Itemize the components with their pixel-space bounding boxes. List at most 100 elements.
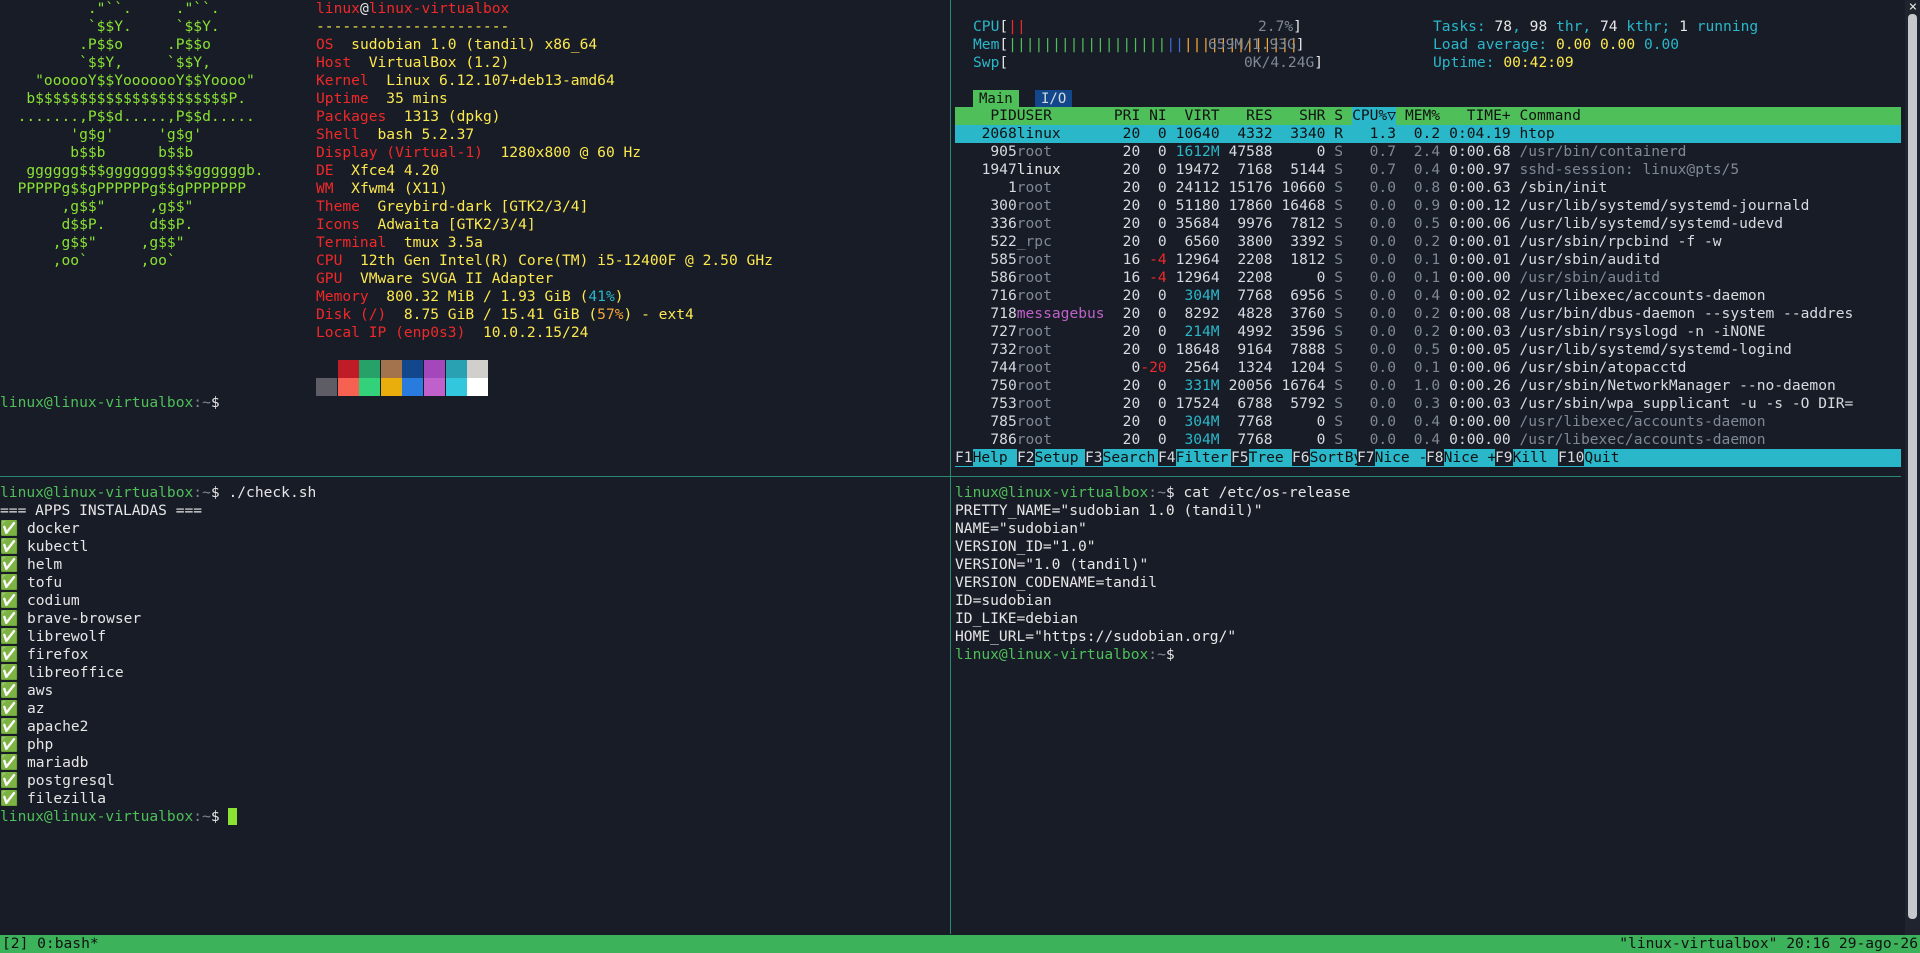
column-header[interactable]: TIME+ bbox=[1467, 107, 1511, 125]
process-virt: 24112 bbox=[1175, 179, 1220, 196]
process-row[interactable]: 744 root 0 -20 2564 1324 1204 S 0.0 0.1 0:00.06/us… bbox=[955, 359, 1901, 377]
process-time: 0:00.01 bbox=[1449, 233, 1511, 250]
process-row[interactable]: 786 root 20 0 304M 7768 0 S 0.0 0.4 0:00.00/usr/li… bbox=[955, 431, 1901, 449]
tab-main[interactable]: Main bbox=[973, 90, 1019, 107]
mem-value: 659M/1.93G] bbox=[1208, 36, 1305, 53]
process-row[interactable]: 300 root 20 0 51180 17860 16468 S 0.0 0.9 0:00.12 /… bbox=[955, 197, 1901, 215]
fkey-nice[interactable]: F7Nice - bbox=[1357, 449, 1427, 467]
process-cmd: /usr/libexec/accounts-daemon bbox=[1519, 431, 1766, 448]
process-shr: 3760 bbox=[1290, 305, 1326, 322]
column-header[interactable]: VIRT bbox=[1184, 107, 1219, 125]
check-prompt[interactable]: linux@linux-virtualbox:~$ bbox=[0, 808, 948, 826]
fkey-tree[interactable]: F5Tree bbox=[1231, 449, 1284, 467]
osrelease-line: NAME="sudobian" bbox=[955, 520, 1087, 537]
process-row[interactable]: 750 root 20 0 331M 20056 16764 S 0.0 1.0 0:00.26/u… bbox=[955, 377, 1901, 395]
process-ni: -4 bbox=[1149, 269, 1167, 286]
check-mark-icon: ✅ bbox=[0, 628, 19, 645]
app-name: php bbox=[26, 736, 54, 753]
fkey-setup[interactable]: F2Setup bbox=[1017, 449, 1079, 467]
fkey-help[interactable]: F1Help bbox=[955, 449, 1008, 467]
htop-pane[interactable]: CPU[|| 2.7%] Mem[|||||||||||||||||||||||… bbox=[955, 18, 1901, 474]
process-table-header[interactable]: PID USER PRI NI VIRT RES SHR S CPU%▽ MEM% TIME+ Com… bbox=[955, 107, 1901, 125]
column-header[interactable]: CPU%▽ bbox=[1352, 107, 1396, 125]
fkey-kill[interactable]: F9Kill bbox=[1495, 449, 1548, 467]
process-virt: 51180 bbox=[1175, 197, 1220, 214]
installed-app-item: ✅ docker bbox=[0, 520, 948, 538]
close-icon[interactable]: × bbox=[1906, 0, 1920, 14]
check-header: === APPS INSTALADAS === bbox=[0, 502, 203, 519]
column-header[interactable]: Command bbox=[1519, 107, 1581, 125]
process-res: 4992 bbox=[1237, 323, 1273, 340]
field-value: VMware SVGA II Adapter bbox=[359, 270, 554, 287]
process-mem: 1.0 bbox=[1413, 377, 1441, 394]
column-header[interactable]: S bbox=[1334, 107, 1343, 125]
osrelease-pane[interactable]: linux@linux-virtualbox:~$ cat /etc/os-re… bbox=[955, 484, 1901, 924]
uptime: Uptime: 00:42:09 bbox=[1433, 54, 1574, 71]
process-pid: 586 bbox=[990, 269, 1017, 286]
pane-divider-vertical[interactable] bbox=[950, 0, 951, 934]
process-virt: 17524 bbox=[1175, 395, 1220, 412]
process-row[interactable]: 753 root 20 0 17524 6788 5792 S 0.0 0.3 0:00.03/us… bbox=[955, 395, 1901, 413]
osrelease-line: VERSION="1.0 (tandil)" bbox=[955, 556, 1149, 573]
installed-app-item: ✅ apache2 bbox=[0, 718, 948, 736]
osrelease-output: PRETTY_NAME="sudobian 1.0 (tandil)" NAME=… bbox=[955, 502, 1901, 646]
installed-app-item: ✅ postgresql bbox=[0, 772, 948, 790]
column-header[interactable]: USER bbox=[1017, 107, 1052, 125]
column-header[interactable]: NI bbox=[1149, 107, 1167, 125]
process-cmd: /usr/libexec/accounts-daemon bbox=[1519, 413, 1766, 430]
app-name: brave-browser bbox=[26, 610, 142, 627]
process-row[interactable]: 732 root 20 0 18648 9164 7888 S 0.0 0.5 0:00.05/us… bbox=[955, 341, 1901, 359]
process-row[interactable]: 905 root 20 0 1612M 47588 0 S 0.7 2.4 0:00.68/usr/… bbox=[955, 143, 1901, 161]
process-s: S bbox=[1334, 359, 1344, 376]
process-res: 7768 bbox=[1237, 413, 1273, 430]
fkey-filter[interactable]: F4Filter bbox=[1158, 449, 1228, 467]
process-pid: 716 bbox=[990, 287, 1017, 304]
fkey-quit[interactable]: F10Quit bbox=[1558, 449, 1620, 467]
column-header[interactable]: PRI bbox=[1114, 107, 1140, 125]
process-row[interactable]: 1 root 20 0 24112 15176 10660 S 0.0 0.8 0:00.63/sb… bbox=[955, 179, 1901, 197]
tmux-session[interactable]: [2] 0:bash* bbox=[2, 935, 99, 953]
process-row[interactable]: 2068 linux 20 0 10640 4332 3340 R 1.3 0.2 0:04.19 h… bbox=[955, 125, 1901, 143]
osrelease-prompt[interactable]: linux@linux-virtualbox:~$ bbox=[955, 646, 1901, 664]
process-virt: 2564 bbox=[1184, 359, 1220, 376]
process-row[interactable]: 716 root 20 0 304M 7768 6956 S 0.0 0.4 0:00.02/usr… bbox=[955, 287, 1901, 305]
process-ni: 0 bbox=[1157, 323, 1167, 340]
check-mark-icon: ✅ bbox=[0, 736, 19, 753]
column-header[interactable]: SHR bbox=[1299, 107, 1325, 125]
field-key: OS bbox=[316, 36, 334, 53]
neofetch-field: CPU 12th Gen Intel(R) Core(TM) i5-12400F… bbox=[316, 252, 946, 270]
neofetch-fields: OS sudobian 1.0 (tandil) x86_64 Host Virt… bbox=[316, 36, 946, 288]
installed-app-item: ✅ az bbox=[0, 700, 948, 718]
logo-line: gggggg$$$ggggggg$$$ggggggb. bbox=[0, 162, 264, 179]
column-header[interactable]: PID bbox=[990, 107, 1016, 125]
process-row[interactable]: 522 _rpc 20 0 6560 3800 3392 S 0.0 0.2 0:00.01/usr… bbox=[955, 233, 1901, 251]
tab-io[interactable]: I/O bbox=[1035, 90, 1073, 107]
process-cmd: /usr/libexec/accounts-daemon bbox=[1519, 287, 1766, 304]
check-mark-icon: ✅ bbox=[0, 538, 19, 555]
check-mark-icon: ✅ bbox=[0, 772, 19, 789]
process-row[interactable]: 1947 linux 20 0 19472 7168 5144 S 0.7 0.4 0:00.97 s… bbox=[955, 161, 1901, 179]
field-key: GPU bbox=[316, 270, 343, 287]
app-name: tofu bbox=[26, 574, 63, 591]
process-row[interactable]: 586 root 16 -4 12964 2208 0 S 0.0 0.1 0:00.00/usr/… bbox=[955, 269, 1901, 287]
process-virt: 1612M bbox=[1175, 143, 1220, 160]
process-row[interactable]: 336 root 20 0 35684 9976 7812 S 0.0 0.5 0:00.06/us… bbox=[955, 215, 1901, 233]
column-header[interactable]: MEM% bbox=[1405, 107, 1440, 125]
neofetch-prompt: linux@linux-virtualbox:~$ bbox=[0, 394, 220, 411]
process-pri: 16 bbox=[1122, 251, 1141, 268]
process-ni: 0 bbox=[1157, 143, 1167, 160]
scrollbar-thumb[interactable] bbox=[1908, 14, 1917, 919]
fkey-label: Quit bbox=[1584, 449, 1620, 466]
column-header[interactable]: RES bbox=[1246, 107, 1272, 125]
check-pane[interactable]: linux@linux-virtualbox:~$ ./check.sh ===… bbox=[0, 484, 948, 924]
function-key-bar[interactable]: F1Help F2Setup F3Search F4Filter F5Tree F6Sor… bbox=[955, 449, 1901, 467]
process-row[interactable]: 585 root 16 -4 12964 2208 1812 S 0.0 0.1 0:00.01/u… bbox=[955, 251, 1901, 269]
process-row[interactable]: 727 root 20 0 214M 4992 3596 S 0.0 0.2 0:00.03/usr… bbox=[955, 323, 1901, 341]
process-row[interactable]: 785 root 20 0 304M 7768 0 S 0.0 0.4 0:00.00/usr/li… bbox=[955, 413, 1901, 431]
fkey-sortby[interactable]: F6SortBy bbox=[1292, 449, 1362, 467]
fkey-nice[interactable]: F8Nice + bbox=[1426, 449, 1496, 467]
fkey-search[interactable]: F3Search bbox=[1085, 449, 1155, 467]
field-key: Display (Virtual-1) bbox=[316, 144, 483, 161]
field-value: tmux 3.5a bbox=[403, 234, 483, 251]
process-row[interactable]: 718 messagebus 20 0 8292 4828 3760 S 0.0 0.2 0:00.… bbox=[955, 305, 1901, 323]
